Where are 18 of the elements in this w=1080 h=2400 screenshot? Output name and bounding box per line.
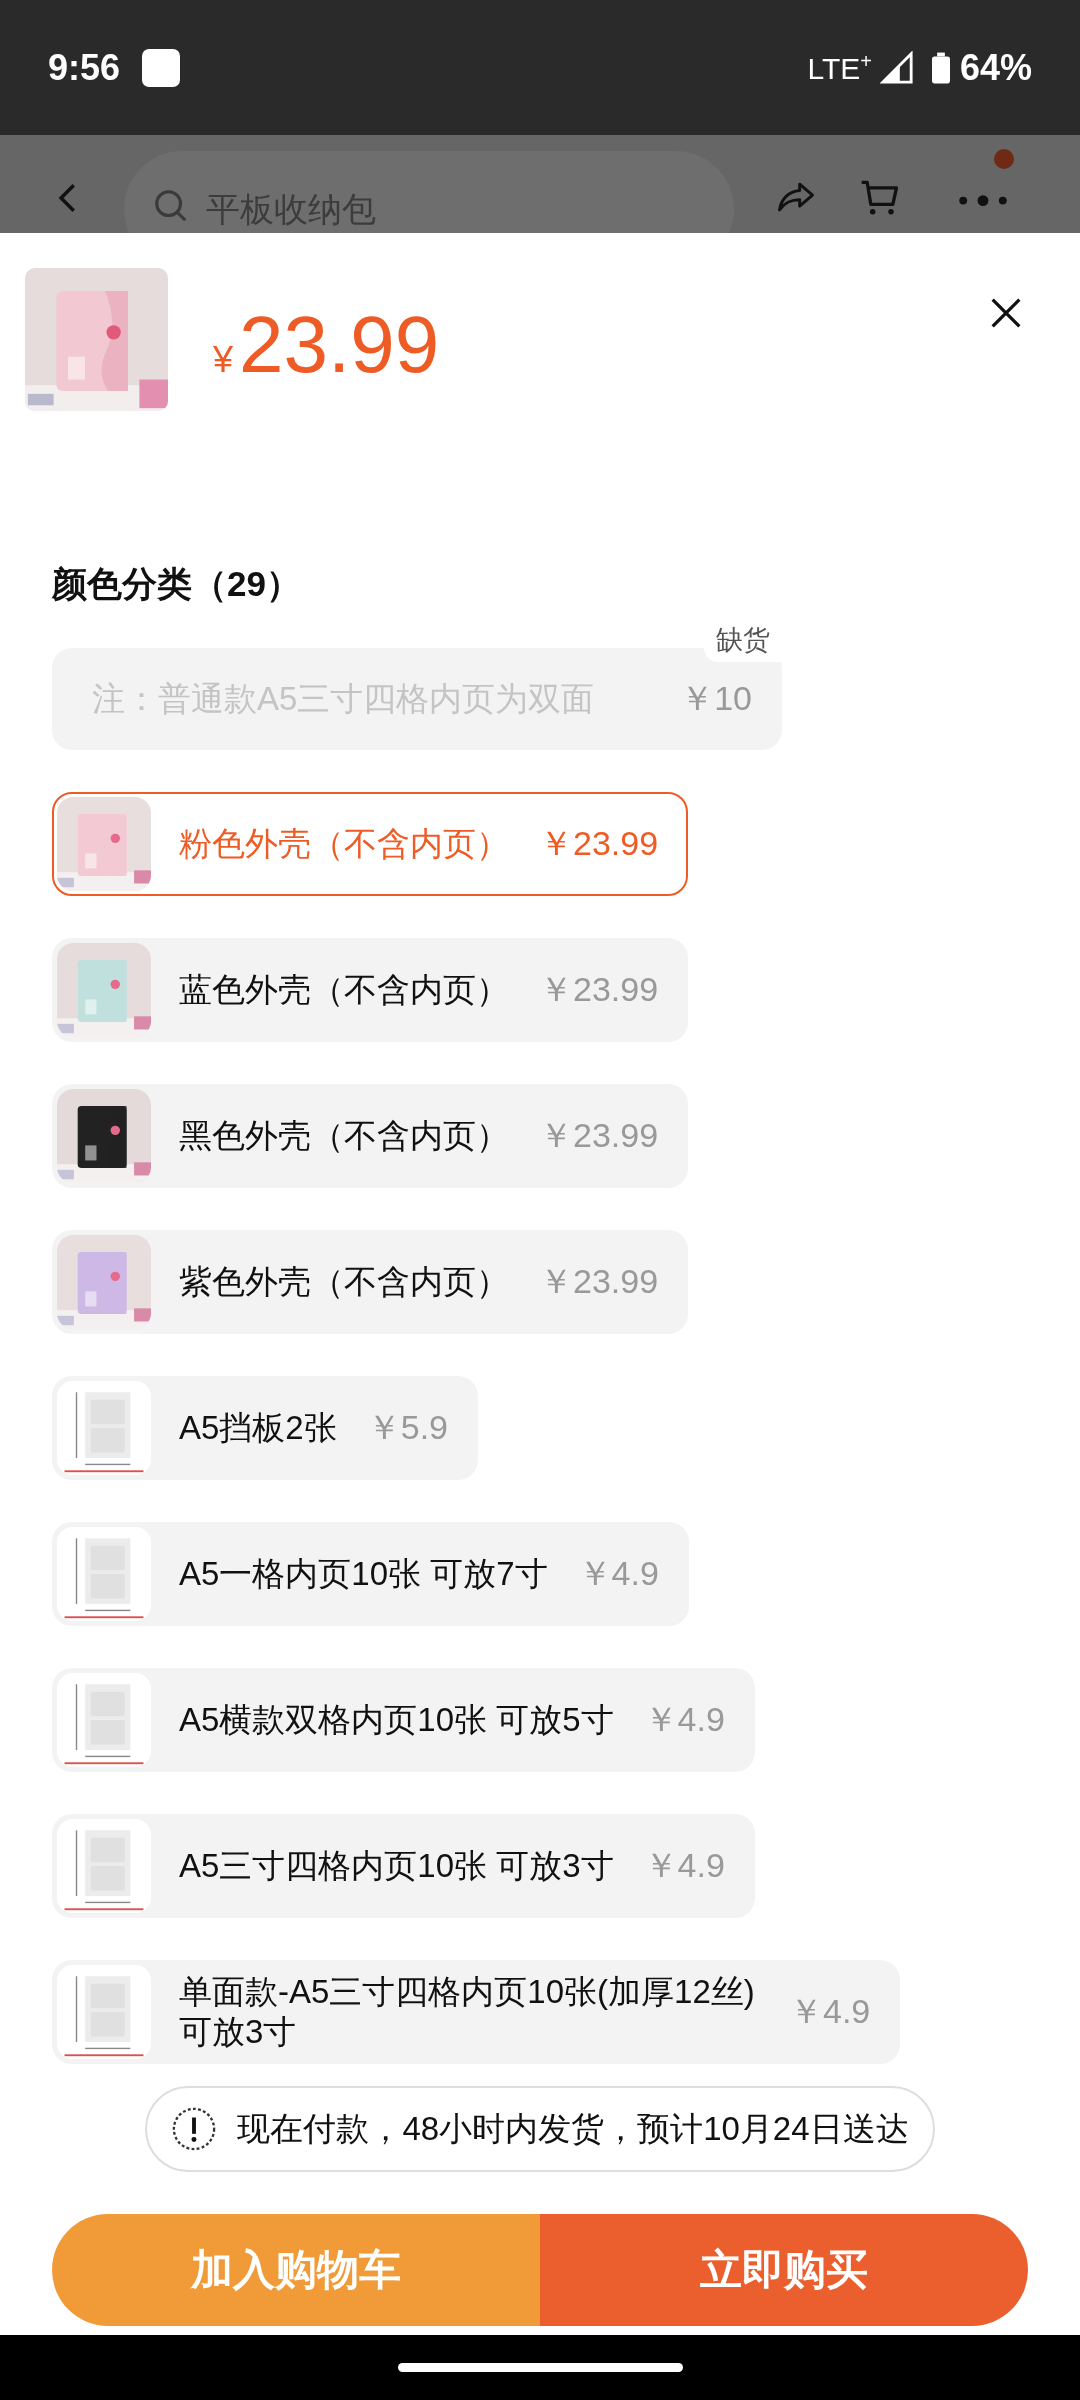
- signal-icon: [879, 50, 914, 85]
- notice-text: 现在付款，48小时内发货，预计10月24日送达: [237, 2108, 909, 2149]
- clock: 9:56: [48, 46, 121, 89]
- price: ¥23.99: [213, 298, 440, 391]
- battery-icon: [931, 51, 950, 84]
- network-type: LTE$^{+}$: [807, 49, 872, 86]
- info-icon: [171, 2106, 218, 2152]
- option-chip[interactable]: A5三寸四格内页10张 可放3寸 ￥4.9: [52, 1814, 755, 1918]
- app-icon: [142, 48, 181, 87]
- option-chip[interactable]: A5横款双格内页10张 可放5寸 ￥4.9: [52, 1668, 755, 1772]
- option-chip[interactable]: A5一格内页10张 可放7寸 ￥4.9: [52, 1522, 689, 1626]
- battery-level: 64%: [959, 46, 1032, 89]
- option-chip[interactable]: 紫色外壳（不含内页） ￥23.99: [52, 1230, 689, 1334]
- section-title: 颜色分类（29）: [52, 563, 302, 605]
- option-chip[interactable]: 单面款-A5三寸四格内页10张(加厚12丝) 可放3寸 ￥4.9: [52, 1960, 901, 2064]
- option-chip[interactable]: 蓝色外壳（不含内页） ￥23.99: [52, 938, 689, 1042]
- option-chip[interactable]: 黑色外壳（不含内页） ￥23.99: [52, 1084, 689, 1188]
- option-chip[interactable]: A5挡板2张 ￥5.9: [52, 1376, 478, 1480]
